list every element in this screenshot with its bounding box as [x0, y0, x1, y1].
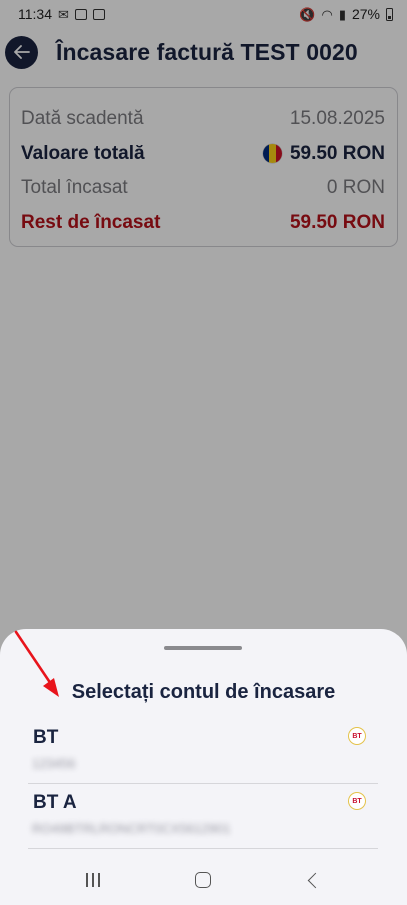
bt-bank-logo-icon: BT	[348, 792, 366, 810]
account-iban: RO49BTRLRONCRT0CX5612901	[32, 821, 231, 836]
home-icon	[195, 872, 212, 888]
account-name: BT A	[33, 792, 77, 813]
sheet-title: Selectați contul de încasare	[71, 681, 336, 703]
account-item-bt[interactable]: BT 123456 BT	[28, 719, 378, 784]
home-button[interactable]	[183, 860, 223, 900]
screen: 11:34 ✉ 🔇 ◠ ▮ 27% Încasare factură TEST …	[0, 0, 407, 905]
account-iban: 123456	[32, 756, 76, 771]
drag-handle[interactable]	[164, 646, 242, 650]
account-list: BT 123456 BT BT A RO49BTRLRONCRT0CX56129…	[28, 719, 378, 849]
system-back-button[interactable]	[294, 860, 334, 900]
navigation-bar	[0, 855, 407, 905]
recents-button[interactable]	[73, 860, 113, 900]
account-name: BT	[33, 727, 59, 748]
account-item-bt-a[interactable]: BT A RO49BTRLRONCRT0CX5612901 BT	[28, 784, 378, 849]
chevron-left-icon	[308, 872, 324, 888]
recents-icon	[86, 873, 101, 887]
bt-bank-logo-icon: BT	[348, 727, 366, 745]
